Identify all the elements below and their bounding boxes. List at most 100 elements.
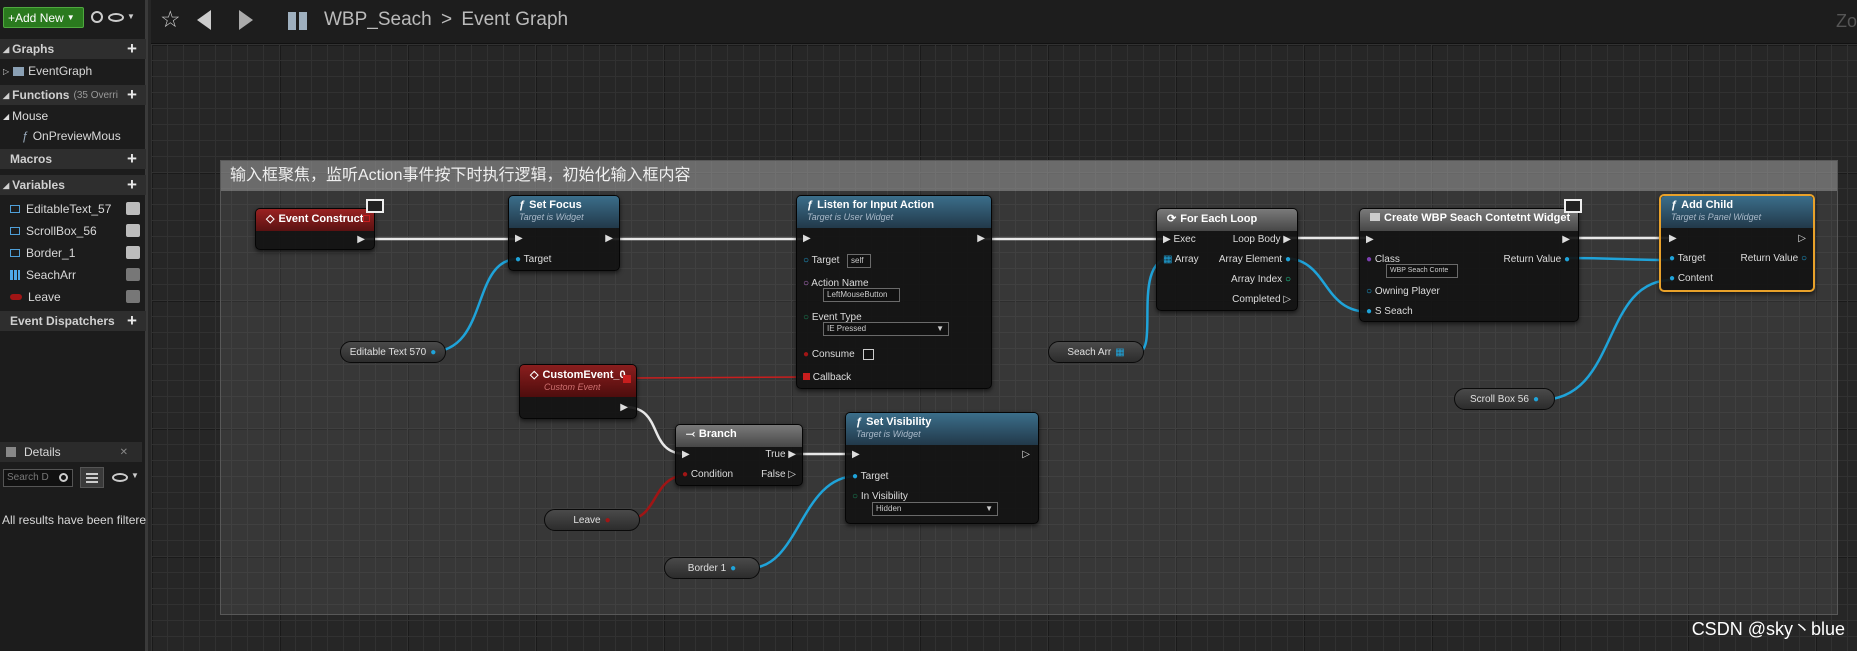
delegate-pin[interactable] <box>363 215 370 222</box>
comment-title[interactable]: 输入框聚焦，监听Action事件按下时执行逻辑，初始化输入框内容 <box>221 161 1837 191</box>
true-pin[interactable]: True ▶ <box>765 449 796 460</box>
exec-out-pin[interactable]: ▷ <box>1022 449 1030 460</box>
exec-out-pin[interactable]: ▶ <box>977 233 985 244</box>
node-create-widget[interactable]: Create WBP Seach Contetnt Widget ▶ ▶ ● C… <box>1359 199 1582 322</box>
functions-section[interactable]: ◢ Functions (35 Overri + <box>0 85 146 105</box>
var-border[interactable]: Border 1 ● <box>664 557 760 579</box>
event-type-dropdown[interactable]: IE Pressed ▼ <box>823 322 949 336</box>
array-pin[interactable]: ▦ <box>1115 347 1124 358</box>
chevron-down-icon[interactable]: ▼ <box>127 12 135 21</box>
visibility-dropdown[interactable]: Hidden ▼ <box>872 502 998 516</box>
target-pin[interactable]: ○ Target <box>803 255 839 266</box>
var-scroll-box[interactable]: Scroll Box 56 ● <box>1454 388 1555 410</box>
graphs-section[interactable]: ◢ Graphs + <box>0 39 146 59</box>
target-value-field[interactable]: self <box>847 254 871 268</box>
macros-section[interactable]: Macros + <box>0 149 146 169</box>
close-icon[interactable]: ✕ <box>120 447 128 458</box>
back-arrow-icon[interactable] <box>197 10 211 30</box>
target-pin[interactable]: ● Target <box>1669 253 1705 264</box>
node-custom-event[interactable]: ◇ CustomEvent_0 Custom Event ▶ <box>519 364 637 419</box>
node-branch[interactable]: ⤙ Branch ▶ ● Condition True ▶ False ▷ <box>675 424 803 486</box>
variable-item[interactable]: ScrollBox_56 <box>0 221 146 241</box>
add-graph-icon[interactable]: + <box>124 40 140 57</box>
variable-item[interactable]: Border_1 <box>0 243 146 263</box>
exec-out-pin[interactable]: ▶ <box>1562 234 1570 245</box>
visibility-eye-icon[interactable] <box>126 268 140 281</box>
add-macro-icon[interactable]: + <box>124 150 140 167</box>
bool-pin[interactable]: ● <box>605 515 611 526</box>
add-new-button[interactable]: +Add New ▼ <box>3 7 84 28</box>
node-listen-input-action[interactable]: ƒ Listen for Input Action Target is User W… <box>796 195 992 389</box>
variable-item[interactable]: EditableText_57 <box>0 199 146 219</box>
node-event-construct[interactable]: ◇ Event Construct ▶ <box>255 199 384 250</box>
consume-checkbox[interactable] <box>863 349 874 360</box>
variable-item[interactable]: SeachArr <box>0 265 146 285</box>
object-pin[interactable]: ● <box>430 347 436 358</box>
add-function-icon[interactable]: + <box>124 86 140 103</box>
exec-out-pin[interactable]: ▶ <box>357 234 365 245</box>
exec-in-pin[interactable]: ▶ <box>682 449 690 460</box>
details-search-input[interactable]: Search D <box>3 469 73 487</box>
array-pin[interactable]: ▦ Array <box>1163 254 1199 265</box>
eye-icon[interactable] <box>112 473 128 482</box>
favorite-star-icon[interactable]: ☆ <box>160 6 181 33</box>
exec-out-pin[interactable]: ▶ <box>605 233 613 244</box>
object-pin[interactable]: ● <box>730 563 736 574</box>
variables-section[interactable]: ◢ Variables + <box>0 175 146 195</box>
exec-in-pin[interactable]: ▶ <box>515 233 523 244</box>
add-variable-icon[interactable]: + <box>124 176 140 193</box>
completed-pin[interactable]: Completed ▷ <box>1232 294 1291 305</box>
var-leave[interactable]: Leave ● <box>544 509 640 531</box>
node-add-child[interactable]: ƒ Add Child Target is Panel Widget ▶ ▷ ● T… <box>1659 194 1815 292</box>
exec-in-pin[interactable]: ▶ <box>803 233 811 244</box>
var-editable-text[interactable]: Editable Text 570 ● <box>340 341 446 363</box>
eye-icon[interactable] <box>108 13 124 22</box>
object-pin[interactable]: ● <box>1533 394 1539 405</box>
visibility-eye-icon[interactable] <box>126 290 140 303</box>
exec-out-pin[interactable]: ▶ <box>620 402 628 413</box>
action-name-field[interactable]: LeftMouseButton <box>823 288 900 302</box>
target-pin[interactable]: ● Target <box>852 471 888 482</box>
class-dropdown[interactable]: WBP Seach Conte <box>1386 264 1458 278</box>
visibility-eye-icon[interactable] <box>126 202 140 215</box>
graph-item-eventgraph[interactable]: ▷ EventGraph <box>0 61 146 81</box>
exec-in-pin[interactable]: ▶ <box>1366 234 1374 245</box>
mouse-category[interactable]: ◢ Mouse <box>0 106 146 126</box>
var-seach-arr[interactable]: Seach Arr ▦ <box>1048 341 1144 363</box>
delegate-pin[interactable] <box>623 375 631 383</box>
array-index-pin[interactable]: Array Index ○ <box>1231 274 1291 285</box>
node-for-each-loop[interactable]: ⟳ For Each Loop ▶ Exec ▦ Array Loop Body … <box>1156 208 1298 311</box>
target-pin[interactable]: ● Target <box>515 254 551 265</box>
exec-in-pin[interactable]: ▶ <box>1669 233 1677 244</box>
search-icon[interactable] <box>91 11 103 23</box>
list-view-icon[interactable] <box>80 467 104 488</box>
function-item-onpreviewmouse[interactable]: ƒ OnPreviewMous <box>0 126 146 146</box>
add-dispatcher-icon[interactable]: + <box>124 312 140 329</box>
breadcrumb-graph[interactable]: Event Graph <box>461 9 568 30</box>
exec-out-pin[interactable]: ▷ <box>1798 233 1806 244</box>
pin-label: Return Value <box>1503 254 1562 265</box>
event-dispatchers-section[interactable]: Event Dispatchers + <box>0 311 146 331</box>
return-value-pin[interactable]: Return Value ● <box>1504 254 1570 265</box>
s-seach-pin[interactable]: ● S Seach <box>1366 306 1413 317</box>
chevron-down-icon[interactable]: ▼ <box>131 471 139 480</box>
visibility-eye-icon[interactable] <box>126 224 140 237</box>
breadcrumb-blueprint[interactable]: WBP_Seach <box>324 9 432 30</box>
array-element-pin[interactable]: Array Element ● <box>1219 254 1291 265</box>
node-set-visibility[interactable]: ƒ Set Visibility Target is Widget ▶ ▷ ● Ta… <box>845 412 1039 524</box>
variable-item[interactable]: Leave <box>0 287 146 307</box>
owning-player-pin[interactable]: ○ Owning Player <box>1366 286 1440 297</box>
forward-arrow-icon[interactable] <box>239 10 253 30</box>
false-pin[interactable]: False ▷ <box>761 469 796 480</box>
details-tab[interactable]: Details ✕ <box>0 442 142 462</box>
callback-pin[interactable]: Callback <box>803 372 851 383</box>
visibility-eye-icon[interactable] <box>126 246 140 259</box>
condition-pin[interactable]: ● Condition <box>682 469 733 480</box>
exec-in-pin[interactable]: ▶ <box>852 449 860 460</box>
content-pin[interactable]: ● Content <box>1669 273 1713 284</box>
comment-box[interactable]: 输入框聚焦，监听Action事件按下时执行逻辑，初始化输入框内容 <box>220 160 1838 615</box>
loop-body-pin[interactable]: Loop Body ▶ <box>1233 234 1291 245</box>
exec-in-pin[interactable]: ▶ Exec <box>1163 234 1196 245</box>
return-value-pin[interactable]: Return Value ○ <box>1741 253 1807 264</box>
node-set-focus[interactable]: ƒ Set Focus Target is Widget ▶ ▶ ● Target <box>508 195 620 271</box>
